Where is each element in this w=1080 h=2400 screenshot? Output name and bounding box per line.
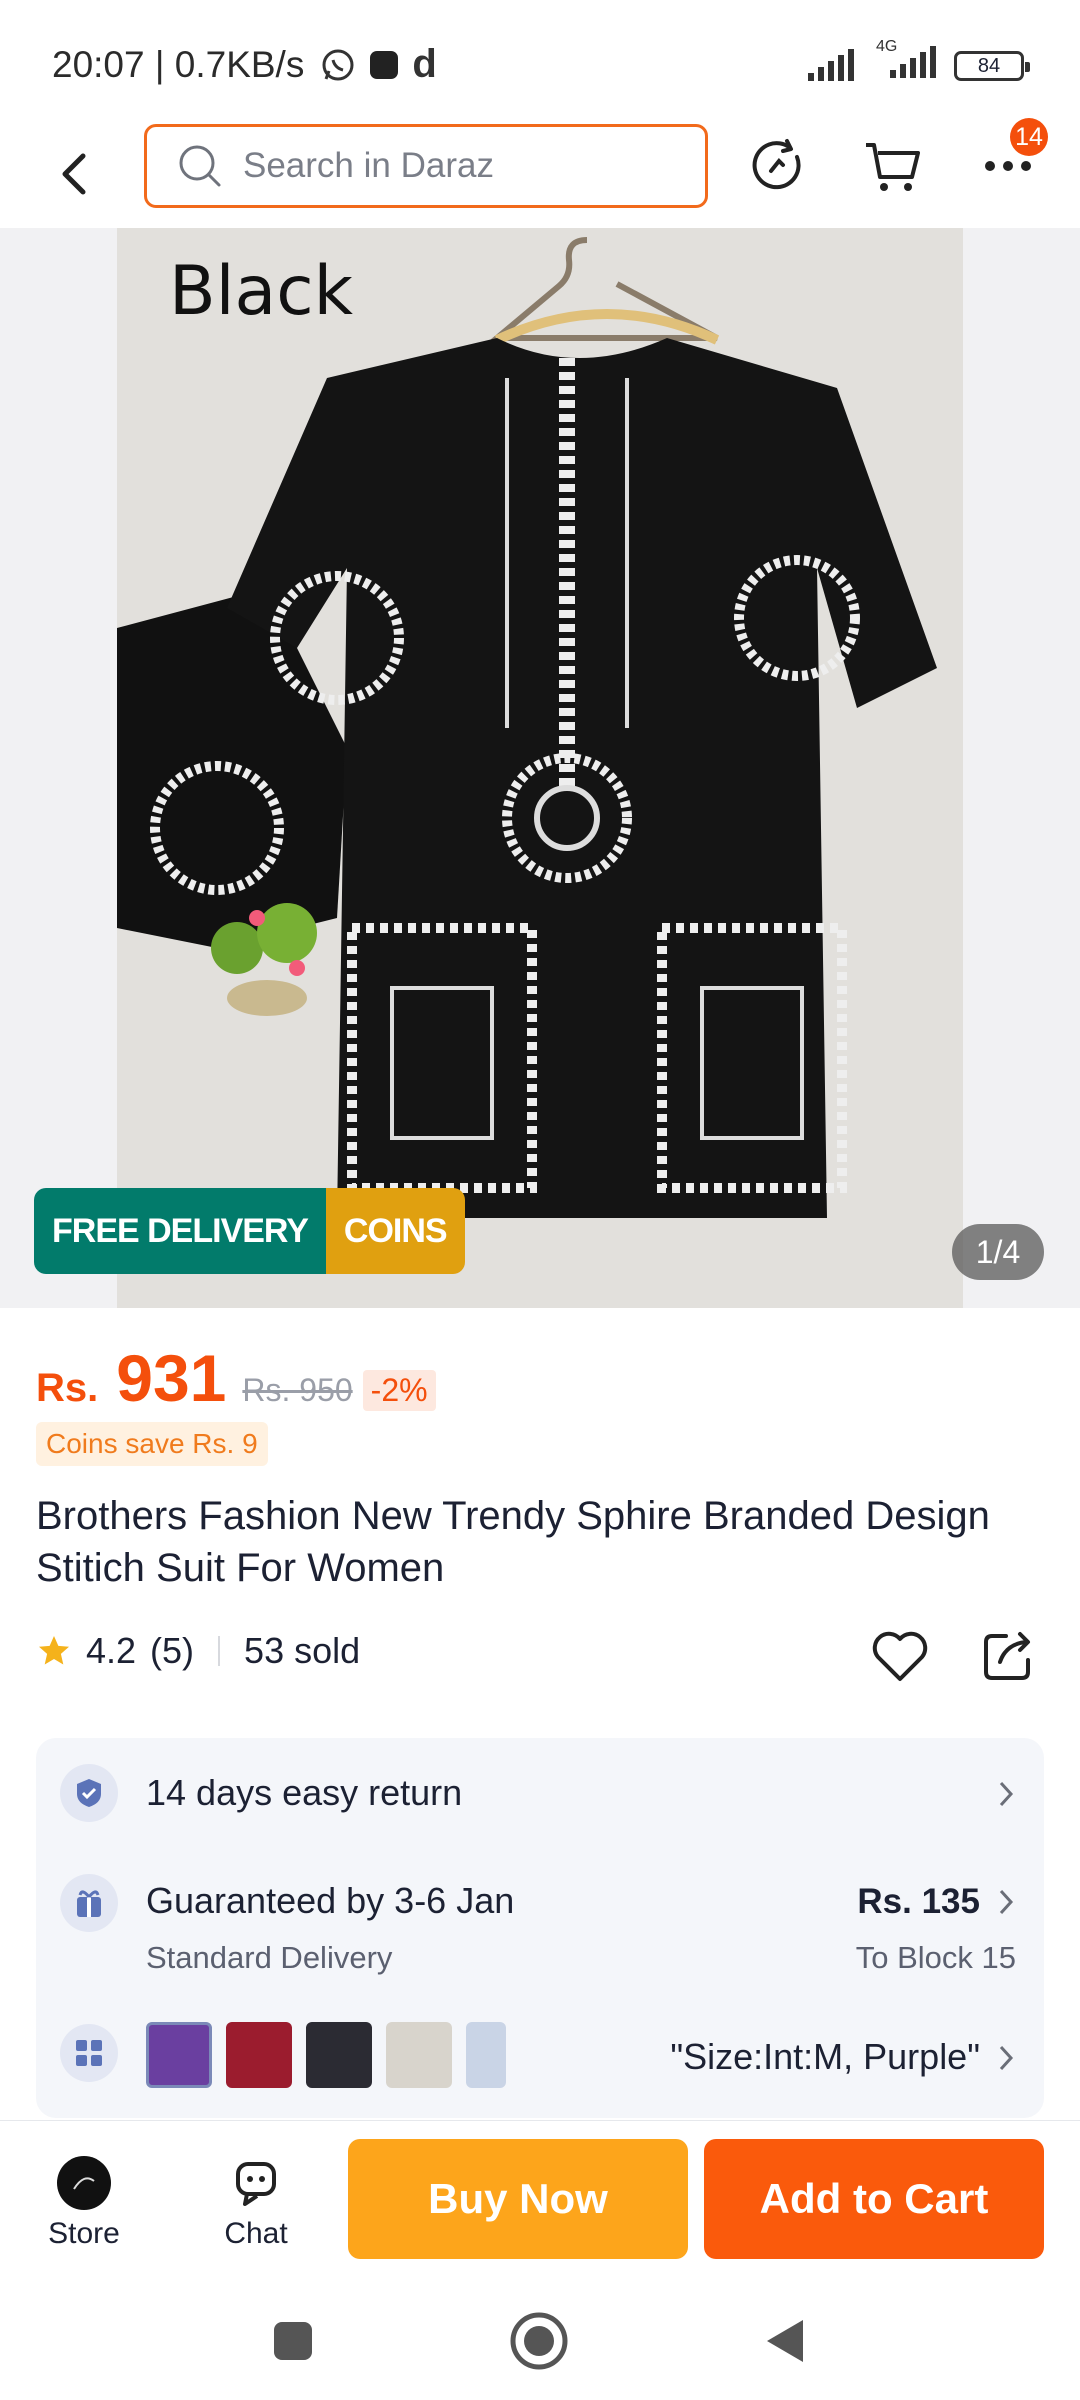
delivery-icon-wrap	[60, 1874, 118, 1932]
share-button[interactable]	[976, 1624, 1040, 1688]
selected-variant-text: "Size:Int:M, Purple"	[670, 2036, 980, 2077]
return-policy-row[interactable]: 14 days easy return	[36, 1738, 1044, 1848]
variant-swatch[interactable]	[226, 2022, 292, 2088]
notification-badge: 14	[1010, 118, 1048, 156]
delivery-type-text: Standard Delivery	[146, 1940, 393, 1975]
network-4g: 4G	[872, 38, 938, 85]
gift-icon	[77, 1890, 101, 1917]
variant-swatches	[146, 2022, 506, 2088]
return-shield-icon-wrap	[60, 1764, 118, 1822]
back-triangle-icon	[767, 2320, 803, 2362]
home-icon	[510, 2312, 568, 2370]
product-title: Brothers Fashion New Trendy Sphire Brand…	[36, 1494, 990, 1590]
bottom-action-bar: Store Chat Buy Now Add to Cart	[0, 2120, 1080, 2280]
search-input[interactable]	[243, 146, 663, 186]
product-image-illustration	[117, 228, 963, 1308]
chevron-right-icon	[994, 1882, 1018, 1922]
free-delivery-badge: FREE DELIVERY	[34, 1188, 326, 1274]
chat-icon	[236, 2162, 276, 2206]
store-label: Store	[48, 2217, 120, 2250]
buy-now-button[interactable]: Buy Now	[348, 2139, 688, 2259]
status-bar: 20:07 | 0.7KB/s d 4G 84	[0, 0, 1080, 120]
back-arrow-icon	[62, 153, 86, 195]
promo-badges: FREE DELIVERY COINS	[34, 1188, 465, 1274]
cart-button[interactable]	[860, 134, 924, 198]
coins-save-label: Coins save Rs. 9	[36, 1422, 268, 1466]
divider	[218, 1636, 221, 1666]
product-gallery[interactable]: Black FREE DELIVERY COINS 1/4	[0, 228, 1080, 1308]
delivery-row[interactable]: Guaranteed by 3-6 Jan Standard Delivery …	[36, 1848, 1044, 1998]
history-button[interactable]	[746, 134, 810, 198]
shield-icon	[77, 1779, 101, 1807]
chevron-right-icon	[994, 2038, 1018, 2078]
store-button[interactable]: Store	[24, 2155, 144, 2251]
discount-badge: -2%	[362, 1370, 436, 1411]
status-right: 4G 84	[806, 38, 1030, 85]
variant-row[interactable]: "Size:Int:M, Purple"	[36, 1998, 1044, 2118]
sold-count: 53 sold	[244, 1630, 361, 1671]
star-icon	[39, 1636, 69, 1665]
daraz-notification-icon: d	[412, 42, 437, 86]
delivery-destination: To Block 15	[855, 1940, 1016, 1975]
home-button[interactable]	[504, 2306, 574, 2376]
chat-button[interactable]: Chat	[196, 2155, 316, 2251]
app-notification-icon	[370, 50, 399, 79]
coins-badge: COINS	[325, 1188, 465, 1274]
chat-label: Chat	[224, 2217, 288, 2250]
variant-swatch[interactable]	[146, 2022, 212, 2088]
back-button[interactable]	[50, 142, 98, 206]
search-icon	[179, 145, 221, 187]
delivery-price: Rs. 135	[857, 1882, 980, 1921]
more-button[interactable]: 14	[976, 118, 1048, 198]
rating-row[interactable]: 4.2 (5) 53 sold	[36, 1630, 360, 1672]
recents-button[interactable]	[258, 2306, 328, 2376]
back-nav-button[interactable]	[750, 2306, 820, 2376]
product-image[interactable]: Black	[117, 228, 963, 1308]
wishlist-button[interactable]	[868, 1624, 932, 1688]
more-icon	[985, 161, 1031, 171]
add-to-cart-button[interactable]: Add to Cart	[704, 2139, 1044, 2259]
signal-icon	[808, 48, 854, 81]
variant-swatch[interactable]	[466, 2022, 506, 2088]
history-icon	[752, 139, 801, 190]
rating-count: (5)	[150, 1630, 195, 1671]
variant-icon-wrap	[60, 2024, 118, 2082]
whatsapp-icon	[322, 49, 354, 80]
image-page-indicator: 1/4	[952, 1224, 1044, 1280]
heart-icon	[872, 1631, 928, 1681]
price-currency: Rs.	[36, 1366, 99, 1410]
share-icon	[984, 1632, 1030, 1680]
variant-swatch[interactable]	[306, 2022, 372, 2088]
search-box[interactable]	[144, 124, 708, 208]
grid-icon	[76, 2040, 102, 2066]
status-time-speed: 20:07 | 0.7KB/s	[52, 43, 305, 85]
info-card: 14 days easy return Guaranteed by 3-6 Ja…	[36, 1738, 1044, 2118]
header: 14	[0, 118, 1080, 228]
return-policy-text: 14 days easy return	[146, 1772, 463, 1813]
chevron-right-icon	[994, 1774, 1018, 1814]
system-nav-bar	[0, 2280, 1080, 2400]
delivery-guarantee-text: Guaranteed by 3-6 Jan	[146, 1880, 515, 1921]
rating-value: 4.2	[86, 1630, 137, 1671]
price-value: 931	[116, 1341, 227, 1415]
store-avatar-icon	[57, 2156, 111, 2210]
notification-icons: d	[320, 42, 437, 87]
cart-icon	[866, 143, 920, 191]
photo-color-label: Black	[169, 252, 353, 331]
price-row: Rs. 931 Rs. 950 -2%	[36, 1340, 436, 1416]
original-price: Rs. 950	[242, 1372, 353, 1408]
recents-icon	[274, 2322, 312, 2360]
status-left: 20:07 | 0.7KB/s d	[52, 42, 437, 87]
variant-swatch[interactable]	[386, 2022, 452, 2088]
battery-indicator: 84	[954, 50, 1030, 81]
